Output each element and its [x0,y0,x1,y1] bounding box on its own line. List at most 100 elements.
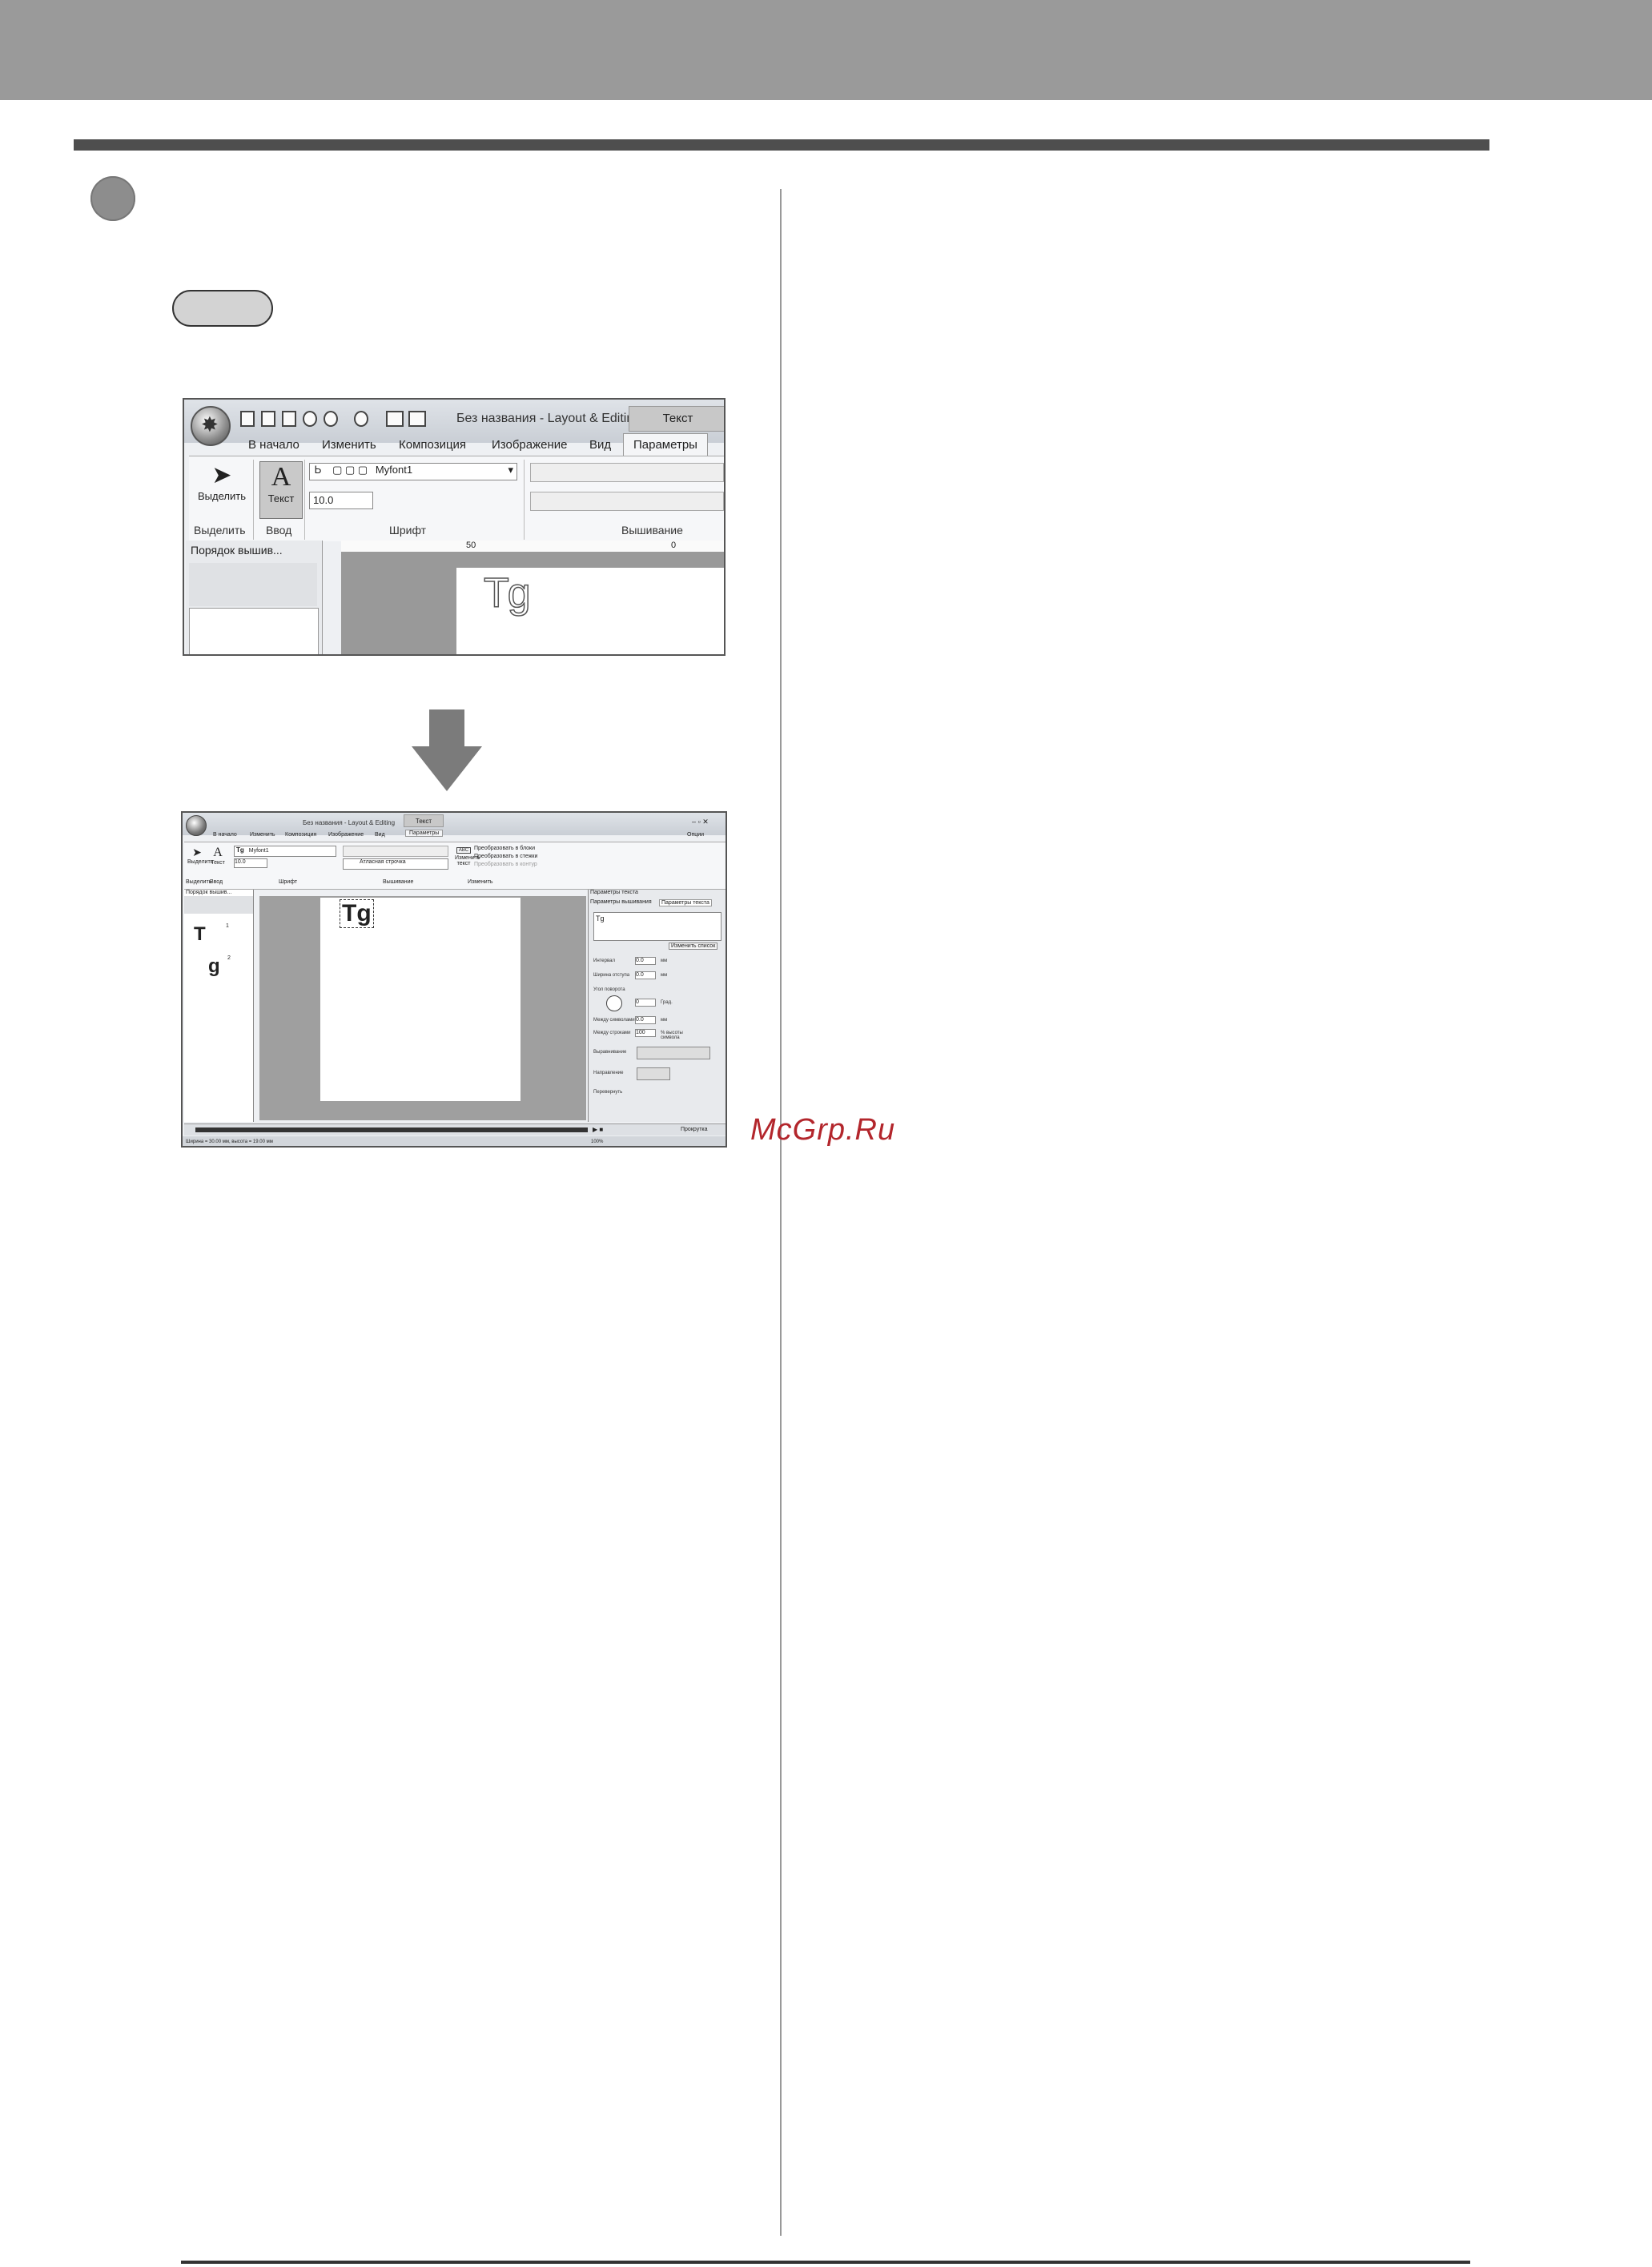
param-input[interactable]: 0 [635,999,656,1007]
text-button-label: Текст [211,860,225,866]
screenshot-before: ✸ Без названия - Layout & Editing Текст … [183,398,726,656]
order-list[interactable] [189,608,319,654]
zoom-level[interactable]: 100% [591,1140,603,1144]
tab-image[interactable]: Изображение [492,438,568,452]
canvas-text[interactable]: Tg [483,569,531,617]
select-button[interactable]: ➤ Выделить [187,846,213,874]
design-page[interactable]: Tg [320,898,521,1101]
tab-image[interactable]: Изображение [328,832,364,838]
tab-text-attributes[interactable]: Параметры текста [659,899,712,906]
header-band [0,0,1652,100]
group-label-input: Ввод [210,879,223,885]
options-menu[interactable]: Опции [687,832,704,838]
tab-parameters[interactable]: Параметры [405,830,444,837]
save-icon[interactable] [282,411,296,427]
align-buttons[interactable] [637,1047,710,1059]
param-label: Между символами [593,1018,635,1023]
flip-checkbox[interactable]: Перевернуть [593,1090,622,1095]
tab-view[interactable]: Вид [375,832,385,838]
scroll-checkbox[interactable]: Прокрутка [681,1127,708,1132]
text-entry-field[interactable]: Tg [593,912,721,941]
param-input[interactable]: 0.0 [635,1016,656,1024]
order-item[interactable]: T 1 [194,923,229,946]
arrow-cursor-icon: ➤ [211,462,232,488]
order-item-index: 2 [227,955,231,961]
group-label-font: Шрифт [389,524,427,537]
panel-toolbar [189,563,317,606]
font-select[interactable]: Ꮟ ▢ ▢ ▢ Myfont1 ▾ [309,463,517,480]
context-tab-text[interactable]: Текст [629,406,724,432]
font-size-select[interactable]: 10.0 [309,492,373,509]
tab-parameters[interactable]: Параметры [623,433,708,456]
tab-home[interactable]: В начало [213,832,237,838]
down-arrow-head-icon [412,746,482,791]
new-file-icon[interactable] [240,411,255,427]
order-item[interactable]: g 2 [208,955,231,978]
status-bar: Ширина = 30.00 мм, высота = 19.00 мм 100… [183,1136,726,1146]
font-style-icons: ▢ ▢ ▢ [332,464,368,476]
play-icon[interactable]: ▶ ■ [593,1126,603,1133]
align-label: Выравнивание [593,1050,627,1055]
section-rule [74,139,1489,151]
open-file-icon[interactable] [261,411,275,427]
direction-label: Направление [593,1071,624,1075]
watermark: McGrp.Ru [750,1113,896,1147]
select-button-label: Выделить [198,490,246,502]
text-button[interactable]: A Текст [208,846,227,874]
rotation-dial-icon[interactable] [606,995,622,1011]
font-name: Myfont1 [248,848,269,854]
direction-buttons[interactable] [637,1067,670,1080]
tab-composition[interactable]: Композиция [285,832,316,838]
send-icon[interactable] [354,411,368,427]
stitch-type-select[interactable]: Атласная строчка [343,858,448,870]
gear-icon[interactable] [324,411,338,427]
font-preview-icon: Tg [236,846,244,854]
preview-icon[interactable] [303,411,317,427]
convert-to-outline[interactable]: Преобразовать в контур [474,862,537,867]
convert-to-blocks[interactable]: Преобразовать в блоки [474,846,535,851]
param-input[interactable]: 100 [635,1029,656,1037]
window-controls-icon[interactable]: – ▫ ✕ [692,818,709,826]
select-button[interactable]: ➤ Выделить [197,461,247,519]
tab-edit[interactable]: Изменить [250,832,275,838]
sewing-order-panel: Порядок вышив... T 1 g 2 [184,890,254,1122]
param-unit: мм [661,959,668,963]
text-button[interactable]: A Текст [259,461,303,519]
group-divider [253,460,254,540]
tab-composition[interactable]: Композиция [399,438,466,452]
stitch-select[interactable] [343,846,448,857]
ruler: 50 0 [341,541,724,553]
order-item-index: 1 [226,923,229,929]
font-name: Myfont1 [375,464,413,476]
edit-text-button[interactable]: ABC Изменить текст [455,846,480,874]
convert-to-stitches[interactable]: Преобразовать в стежки [474,854,537,859]
tab-edit[interactable]: Изменить [322,438,376,452]
canvas-text[interactable]: Tg [340,899,374,928]
redo-icon[interactable] [408,411,426,427]
step-bullet-icon [90,176,135,221]
stitch-select[interactable] [530,463,724,482]
chevron-down-icon: ▾ [508,464,513,476]
label-pill [172,290,273,327]
footer-rule [181,2261,1470,2264]
undo-icon[interactable] [386,411,404,427]
context-tab-text[interactable]: Текст [404,814,444,827]
change-list-button[interactable]: Изменить список [669,943,718,950]
group-label-embroidery: Вышивание [621,524,683,537]
tab-view[interactable]: Вид [589,438,611,452]
fill-select[interactable] [530,492,724,511]
tab-home[interactable]: В начало [248,438,299,452]
stitch-type-name: Атласная строчка [360,859,406,865]
font-select[interactable]: Tg Myfont1 [234,846,336,857]
font-size-select[interactable]: 10.0 [234,858,267,868]
param-input[interactable]: 0.0 [635,957,656,965]
group-label-select: Выделить [194,524,246,537]
param-label: Угол поворота [593,987,625,992]
design-page[interactable]: Tg [456,568,724,654]
tab-sewing-attributes[interactable]: Параметры вышивания [590,899,652,905]
progress-track[interactable] [195,1127,588,1132]
param-input[interactable]: 0.0 [635,971,656,979]
group-divider [304,460,305,540]
playback-bar: ▶ ■ Прокрутка [184,1123,726,1136]
text-a-icon: A [271,462,291,492]
